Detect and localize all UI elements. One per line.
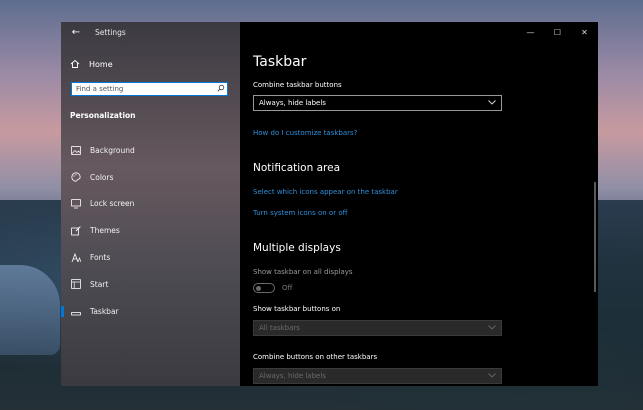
- chevron-down-icon: [488, 372, 496, 380]
- main-pane: — ☐ ✕ Taskbar Combine taskbar buttons Al…: [240, 22, 598, 386]
- combine-label: Combine taskbar buttons: [253, 81, 342, 89]
- sidebar-item-background[interactable]: Background: [61, 137, 240, 164]
- font-icon: [70, 252, 82, 264]
- home-label: Home: [89, 59, 113, 69]
- close-icon[interactable]: ✕: [571, 22, 598, 42]
- titlebar: ← Settings: [61, 22, 240, 42]
- sidebar-item-label: Taskbar: [90, 306, 119, 316]
- minimize-icon[interactable]: —: [517, 22, 544, 42]
- select-icons-link[interactable]: Select which icons appear on the taskbar: [253, 188, 398, 196]
- sidebar-nav: Background Colors Lock screen Themes Fon…: [61, 137, 240, 325]
- sidebar-item-taskbar[interactable]: Taskbar: [61, 298, 240, 325]
- toggle-state-label: Off: [282, 284, 293, 292]
- home-nav-item[interactable]: Home: [69, 58, 113, 70]
- home-icon: [69, 58, 81, 70]
- sidebar-item-label: Background: [90, 145, 135, 155]
- customize-taskbars-link[interactable]: How do I customize taskbars?: [253, 129, 357, 137]
- sidebar-item-fonts[interactable]: Fonts: [61, 244, 240, 271]
- sidebar-item-label: Start: [90, 279, 109, 289]
- back-arrow-icon[interactable]: ←: [61, 22, 91, 42]
- scrollbar[interactable]: [594, 182, 596, 292]
- sidebar: ← Settings Home Personalization Backgrou…: [61, 22, 240, 386]
- show-all-displays-label: Show taskbar on all displays: [253, 268, 353, 276]
- window-title: Settings: [95, 27, 126, 37]
- chevron-down-icon: [488, 324, 496, 332]
- buttons-on-value: All taskbars: [259, 324, 300, 332]
- show-all-displays-toggle-row: Off: [253, 283, 292, 293]
- sidebar-item-label: Fonts: [90, 253, 111, 263]
- multiple-displays-heading: Multiple displays: [253, 242, 341, 254]
- palette-icon: [70, 171, 82, 183]
- combine-other-dropdown[interactable]: Always, hide labels: [253, 368, 502, 384]
- combine-value: Always, hide labels: [259, 99, 326, 107]
- sidebar-item-lock-screen[interactable]: Lock screen: [61, 191, 240, 218]
- system-icons-link[interactable]: Turn system icons on or off: [253, 209, 347, 217]
- maximize-icon[interactable]: ☐: [544, 22, 571, 42]
- image-icon: [70, 144, 82, 156]
- combine-other-label: Combine buttons on other taskbars: [253, 353, 378, 361]
- search-box[interactable]: [71, 82, 228, 96]
- page-title: Taskbar: [253, 54, 307, 70]
- sidebar-item-label: Colors: [90, 172, 114, 182]
- search-icon[interactable]: [215, 84, 227, 94]
- sidebar-item-label: Themes: [90, 226, 120, 236]
- settings-window: ← Settings Home Personalization Backgrou…: [61, 22, 598, 386]
- sidebar-item-themes[interactable]: Themes: [61, 217, 240, 244]
- buttons-on-dropdown[interactable]: All taskbars: [253, 320, 502, 336]
- window-controls: — ☐ ✕: [517, 22, 598, 42]
- search-input[interactable]: [72, 83, 215, 95]
- buttons-on-label: Show taskbar buttons on: [253, 305, 341, 313]
- combine-dropdown[interactable]: Always, hide labels: [253, 95, 502, 111]
- monitor-icon: [70, 198, 82, 210]
- sidebar-item-colors[interactable]: Colors: [61, 164, 240, 191]
- notification-area-heading: Notification area: [253, 162, 340, 174]
- start-icon: [70, 278, 82, 290]
- show-all-displays-toggle[interactable]: [253, 283, 275, 293]
- brush-icon: [70, 225, 82, 237]
- sidebar-item-start[interactable]: Start: [61, 271, 240, 298]
- taskbar-icon: [70, 305, 82, 317]
- sidebar-item-label: Lock screen: [90, 199, 135, 209]
- combine-other-value: Always, hide labels: [259, 372, 326, 380]
- section-heading: Personalization: [70, 111, 136, 120]
- chevron-down-icon: [488, 99, 496, 107]
